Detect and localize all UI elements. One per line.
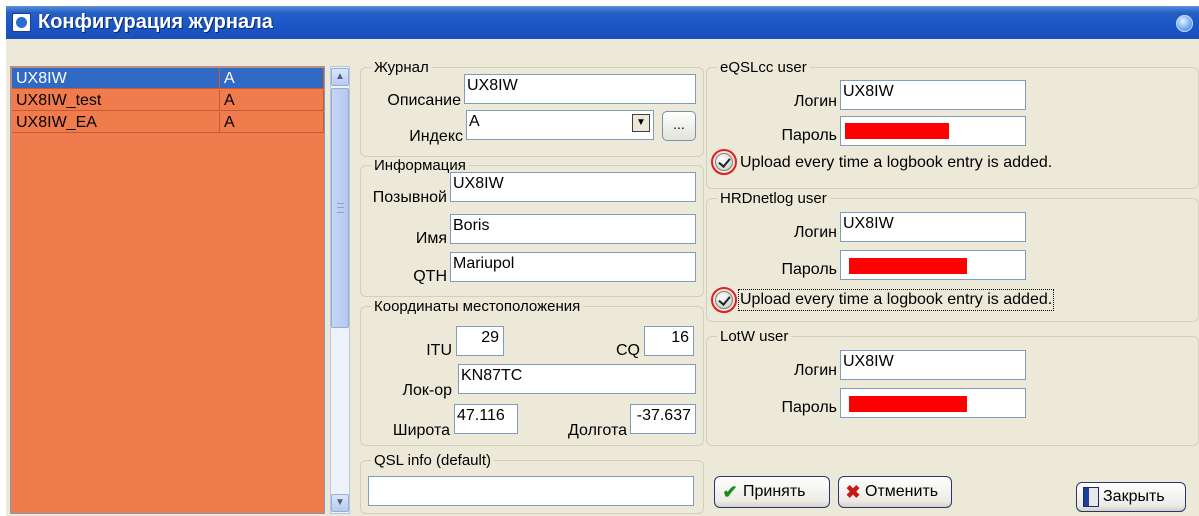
locator-label: Лок-ор xyxy=(402,382,452,399)
eqsl-login-label: Логин xyxy=(793,93,837,110)
hrd-upload-label[interactable]: Upload every time a logbook entry is add… xyxy=(737,289,1055,311)
scroll-thumb[interactable] xyxy=(331,88,349,328)
journal-legend: Журнал xyxy=(374,59,429,76)
latitude-label: Широта xyxy=(392,422,450,439)
chevron-down-icon[interactable]: ▼ xyxy=(632,114,650,132)
index-combo[interactable]: A xyxy=(466,110,654,140)
window-control-button[interactable] xyxy=(1176,15,1193,32)
lotw-group: LotW user xyxy=(706,328,1199,446)
cq-label: CQ xyxy=(616,342,640,359)
index-value: A xyxy=(469,113,480,130)
locator-input[interactable]: KN87TC xyxy=(458,364,696,394)
browse-button[interactable]: ... xyxy=(662,111,696,141)
logbook-index: A xyxy=(220,90,324,111)
hrdnetlog-legend: HRDnetlog user xyxy=(720,190,827,207)
password-mask xyxy=(845,123,949,139)
eqsl-upload-label[interactable]: Upload every time a logbook entry is add… xyxy=(740,154,1052,172)
app-icon xyxy=(12,13,31,32)
lotw-login-label: Логин xyxy=(793,362,837,379)
name-input[interactable]: Boris xyxy=(450,214,696,244)
itu-label: ITU xyxy=(426,342,452,359)
hrd-login-label: Логин xyxy=(793,224,837,241)
eqsl-password-label: Пароль xyxy=(781,127,837,144)
coordinates-legend: Координаты местоположения xyxy=(374,298,581,315)
callsign-input[interactable]: UX8IW xyxy=(450,172,696,202)
eqsl-legend: eQSLcc user xyxy=(720,59,807,76)
window-title: Конфигурация журнала xyxy=(38,11,273,33)
accept-button[interactable]: ✔ Принять xyxy=(714,476,830,508)
close-button[interactable]: Закрыть xyxy=(1076,482,1186,512)
logbook-config-window: Конфигурация журнала UX8IW A UX8IW_test … xyxy=(6,6,1199,516)
lotw-legend: LotW user xyxy=(720,328,789,345)
list-item[interactable]: UX8IW_EA A xyxy=(12,112,324,134)
callsign-label: Позывной xyxy=(372,189,447,206)
eqsl-password-input[interactable] xyxy=(840,116,1026,146)
lotw-login-input[interactable]: UX8IW xyxy=(840,350,1026,380)
cross-icon: ✖ xyxy=(845,482,861,502)
longitude-label: Долгота xyxy=(568,422,627,439)
description-input[interactable]: UX8IW xyxy=(464,74,696,104)
accept-label: Принять xyxy=(743,483,806,500)
scroll-up-button[interactable]: ▲ xyxy=(331,68,349,86)
logbook-name: UX8IW_test xyxy=(12,90,220,111)
title-bar[interactable]: Конфигурация журнала xyxy=(6,6,1199,39)
close-label: Закрыть xyxy=(1103,488,1165,505)
eqsl-upload-checkbox[interactable] xyxy=(715,153,733,171)
logbook-name: UX8IW_EA xyxy=(12,112,220,133)
qth-input[interactable]: Mariupol xyxy=(450,252,696,282)
cancel-label: Отменить xyxy=(865,483,939,500)
cancel-button[interactable]: ✖ Отменить xyxy=(838,476,952,508)
cq-input[interactable]: 16 xyxy=(644,326,694,356)
door-icon xyxy=(1083,487,1099,507)
hrd-password-label: Пароль xyxy=(781,261,837,278)
hrd-login-input[interactable]: UX8IW xyxy=(840,212,1026,242)
password-mask xyxy=(849,258,967,274)
description-label: Описание xyxy=(387,92,461,109)
itu-input[interactable]: 29 xyxy=(456,326,504,356)
eqsl-login-input[interactable]: UX8IW xyxy=(840,80,1026,110)
hrd-password-input[interactable] xyxy=(840,250,1026,280)
checkmark-icon: ✔ xyxy=(722,482,738,502)
qth-label: QTH xyxy=(413,268,447,285)
list-scrollbar[interactable]: ▲ ▼ xyxy=(330,66,350,514)
scroll-down-button[interactable]: ▼ xyxy=(331,494,349,512)
logbook-index: A xyxy=(220,68,324,89)
logbook-index: A xyxy=(220,112,324,133)
hrd-upload-checkbox[interactable] xyxy=(715,291,733,309)
name-label: Имя xyxy=(415,230,447,247)
index-label: Индекс xyxy=(409,128,463,145)
password-mask xyxy=(849,396,967,412)
qsl-info-input[interactable] xyxy=(368,476,694,506)
list-item[interactable]: UX8IW A xyxy=(12,68,324,90)
lotw-password-label: Пароль xyxy=(781,399,837,416)
qsl-info-legend: QSL info (default) xyxy=(374,452,492,469)
longitude-input[interactable]: -37.637 xyxy=(630,404,696,434)
latitude-input[interactable]: 47.116 xyxy=(454,404,518,434)
list-item[interactable]: UX8IW_test A xyxy=(12,90,324,112)
logbook-name: UX8IW xyxy=(12,68,220,89)
logbook-list[interactable]: UX8IW A UX8IW_test A UX8IW_EA A xyxy=(10,66,325,514)
lotw-password-input[interactable] xyxy=(840,388,1026,418)
